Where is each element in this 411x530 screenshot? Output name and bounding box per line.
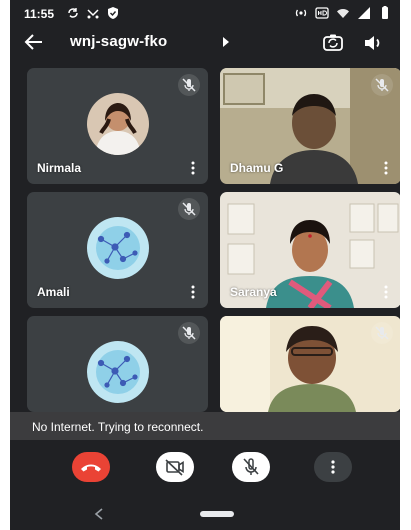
more-options-button[interactable] xyxy=(314,452,352,482)
mic-off-icon xyxy=(243,458,259,475)
system-nav-bar xyxy=(10,498,400,530)
battery-icon xyxy=(382,6,388,19)
participant-tile[interactable]: Nirmala xyxy=(27,68,208,184)
participant-tile[interactable]: Amali xyxy=(27,192,208,308)
end-call-button[interactable] xyxy=(72,452,110,482)
participant-name: Saranya xyxy=(230,285,277,299)
meeting-header: wnj-sagw-fko xyxy=(10,28,400,58)
end-call-icon xyxy=(81,464,101,472)
camera-off-icon xyxy=(165,459,184,476)
avatar xyxy=(86,92,149,155)
speaker-icon[interactable] xyxy=(362,32,384,54)
more-vert-icon[interactable] xyxy=(190,285,196,299)
participant-tile[interactable] xyxy=(220,316,400,412)
more-vert-icon xyxy=(331,460,335,474)
participant-name: Dhamu G xyxy=(230,161,284,175)
more-vert-icon[interactable] xyxy=(383,161,389,175)
caret-right-icon[interactable] xyxy=(222,37,230,47)
more-vert-icon[interactable] xyxy=(190,161,196,175)
participant-tile[interactable] xyxy=(27,316,208,412)
participant-tile[interactable]: Dhamu G xyxy=(220,68,400,184)
camera-toggle-button[interactable] xyxy=(156,452,194,482)
back-arrow-icon[interactable] xyxy=(22,30,46,54)
hotspot-icon xyxy=(295,9,307,17)
mic-off-icon xyxy=(178,198,200,220)
more-vert-icon[interactable] xyxy=(383,285,389,299)
participant-tile[interactable]: Saranya xyxy=(220,192,400,308)
participant-name: Nirmala xyxy=(37,161,82,175)
status-time: 11:55 xyxy=(24,7,55,21)
switch-camera-icon[interactable] xyxy=(322,32,344,54)
wifi-icon xyxy=(337,9,349,18)
avatar xyxy=(86,216,149,279)
avatar xyxy=(86,340,149,403)
status-left-icons xyxy=(66,6,120,20)
missed-call-icon xyxy=(87,9,99,19)
hd-icon xyxy=(315,7,329,19)
nav-home-pill[interactable] xyxy=(200,511,234,517)
shield-icon xyxy=(108,7,118,19)
signal-icon xyxy=(358,7,370,19)
participant-name: Amali xyxy=(37,285,70,299)
mic-off-icon xyxy=(371,74,393,96)
nav-back-icon[interactable] xyxy=(94,508,104,520)
sync-icon xyxy=(68,8,78,18)
status-bar: 11:55 xyxy=(10,0,400,28)
mic-toggle-button[interactable] xyxy=(232,452,270,482)
phone-screen: 11:55 wnj-sagw-fko Nirmala Dhamu G Amali… xyxy=(10,0,400,530)
status-right-icons xyxy=(294,6,392,20)
mic-off-icon xyxy=(371,322,393,344)
call-controls xyxy=(10,440,400,498)
mic-off-icon xyxy=(178,74,200,96)
connection-snackbar: No Internet. Trying to reconnect. xyxy=(10,412,400,440)
snackbar-message: No Internet. Trying to reconnect. xyxy=(32,420,204,434)
meeting-code[interactable]: wnj-sagw-fko xyxy=(70,33,167,50)
mic-off-icon xyxy=(178,322,200,344)
